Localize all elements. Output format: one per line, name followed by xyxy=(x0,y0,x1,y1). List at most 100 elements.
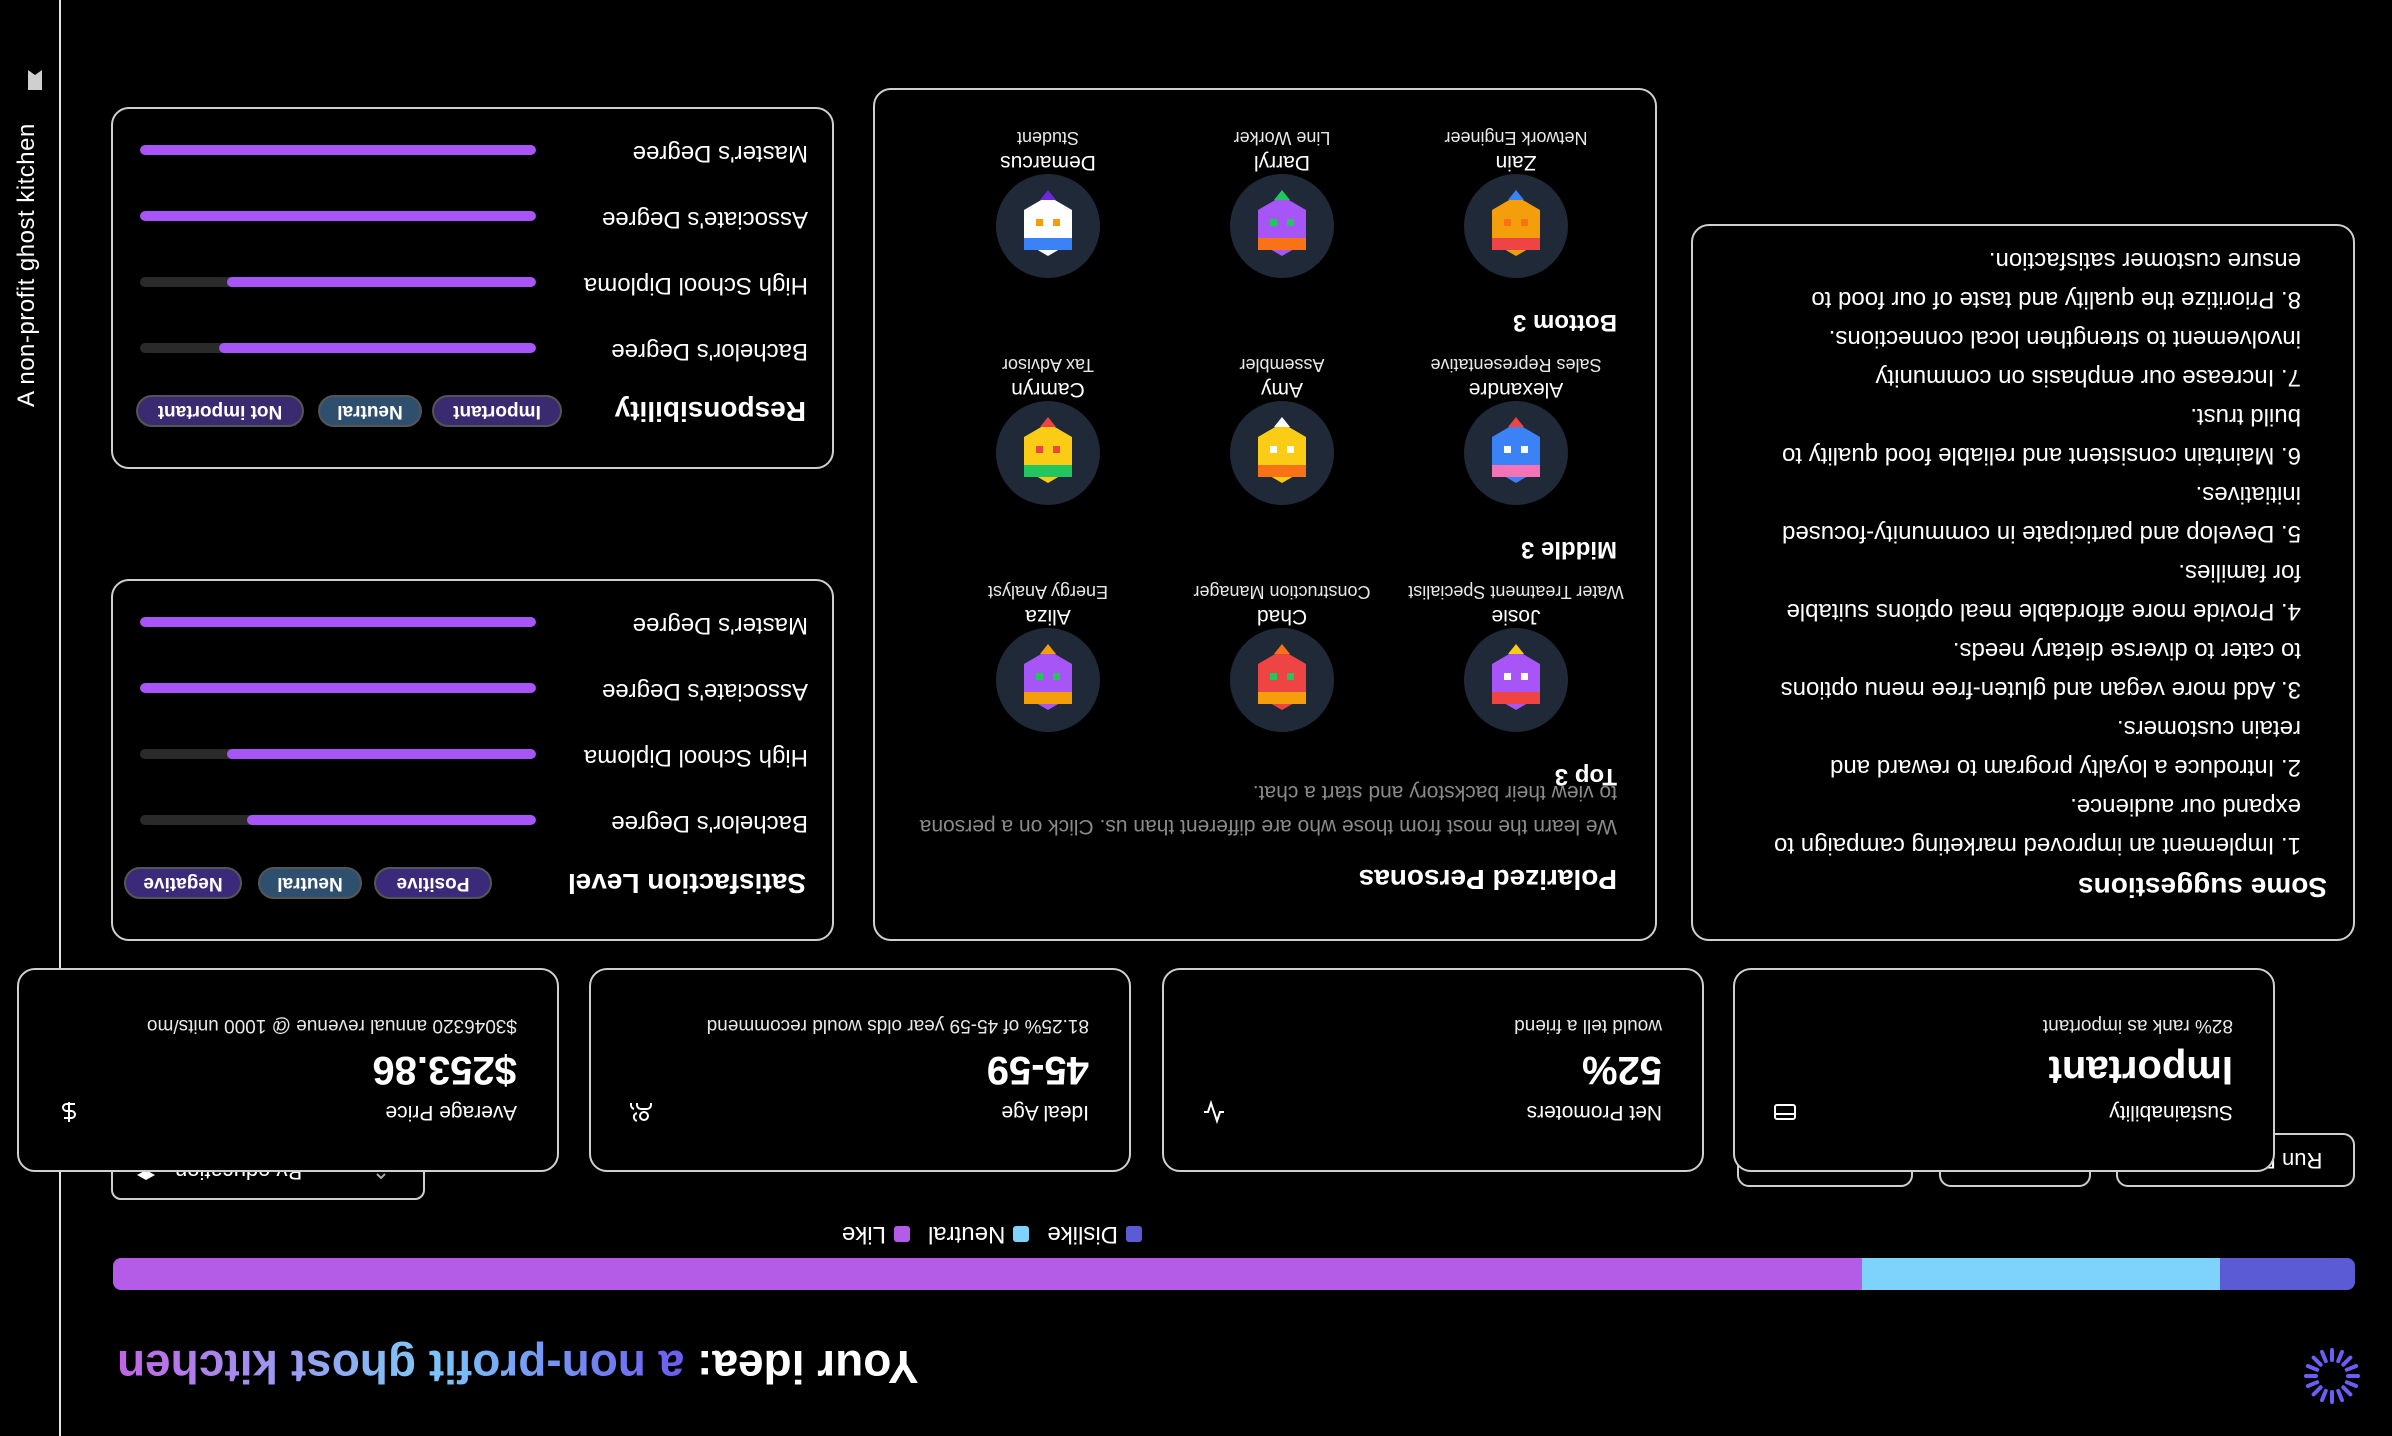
responsibility-card: Responsibility Not important Neutral Impor… xyxy=(111,107,834,469)
sentiment-bar xyxy=(113,1258,2355,1290)
persona-name: Amy xyxy=(1261,378,1303,401)
legend-label: Like xyxy=(841,1221,886,1248)
kpi-card-net-promoters: Net Promoters 52% would tell a friend xyxy=(1162,968,1704,1172)
robot-avatar-icon xyxy=(1024,417,1072,483)
sidebar-project-title[interactable]: A non-profit ghost kitchen xyxy=(13,107,53,407)
kpi-subtext: would tell a friend xyxy=(1514,1015,1662,1036)
kpi-label: Ideal Age xyxy=(1001,1101,1089,1124)
persona-darryl[interactable]: Darryl Line Worker xyxy=(1172,127,1392,286)
persona-name: Camryn xyxy=(1011,378,1085,401)
satisfaction-level-card: Satisfaction Level Negative Neutral Positi… xyxy=(111,579,834,941)
kpi-value: Important xyxy=(2048,1048,2233,1092)
distribution-row: Master's Degree xyxy=(128,133,808,167)
legend-label: Neutral xyxy=(927,1221,1006,1248)
activity-icon xyxy=(1202,1099,1226,1125)
row-fill xyxy=(246,815,536,825)
persona-josie[interactable]: Josie Water Treatment Specialist xyxy=(1406,581,1626,740)
row-label: Bachelor's Degree xyxy=(611,338,808,365)
credit-card-icon xyxy=(1773,1100,1797,1124)
persona-name: Demarcus xyxy=(1000,151,1096,174)
row-track xyxy=(140,749,536,759)
persona-avatar[interactable] xyxy=(996,401,1100,505)
row-fill xyxy=(140,145,536,155)
row-track xyxy=(140,617,536,627)
persona-role: Energy Analyst xyxy=(987,582,1109,602)
legend-pill-neutral: Neutral xyxy=(258,867,362,899)
suggestion-line: retain customers. xyxy=(2116,715,2301,742)
distribution-row: Bachelor's Degree xyxy=(128,331,808,365)
persona-aliza[interactable]: Aliza Energy Analyst xyxy=(938,581,1158,740)
persona-alexandre[interactable]: Alexandre Sales Representative xyxy=(1406,354,1626,513)
robot-avatar-icon xyxy=(1258,644,1306,710)
persona-avatar[interactable] xyxy=(1230,401,1334,505)
distribution-row: Associate's Degree xyxy=(128,671,808,705)
persona-avatar[interactable] xyxy=(996,628,1100,732)
persona-role: Construction Manager xyxy=(1193,582,1371,602)
persona-avatar[interactable] xyxy=(1230,174,1334,278)
persona-avatar[interactable] xyxy=(1464,401,1568,505)
kpi-subtext: $3046320 annual revenue @ 1000 units/mo xyxy=(146,1015,517,1036)
legend-pill-neutral: Neutral xyxy=(318,395,422,427)
suggestion-line: 4. Provide more affordable meal options … xyxy=(1786,598,2301,625)
polarized-personas-card: Polarized Personas We learn the most fro… xyxy=(873,88,1657,941)
persona-demarcus[interactable]: Demarcus Student xyxy=(938,127,1158,286)
row-fill xyxy=(227,277,536,287)
row-track xyxy=(140,815,536,825)
legend-pill-positive: Positive xyxy=(374,867,492,899)
persona-avatar[interactable] xyxy=(1464,628,1568,732)
suggestion-line: build trust. xyxy=(2190,403,2301,430)
robot-avatar-icon xyxy=(1258,417,1306,483)
persona-role: Water Treatment Specialist xyxy=(1408,582,1624,602)
suggestion-line: ensure customer satisfaction. xyxy=(1988,247,2301,274)
persona-avatar[interactable] xyxy=(1230,628,1334,732)
row-label: High School Diploma xyxy=(583,272,808,299)
robot-avatar-icon xyxy=(1492,417,1540,483)
persona-name: Chad xyxy=(1256,605,1308,628)
app-stage: A non-profit ghost kitchen Your idea: a … xyxy=(0,0,2392,1436)
persona-role: Line Worker xyxy=(1233,128,1331,148)
distribution-row: Master's Degree xyxy=(128,605,808,639)
persona-camryn[interactable]: Camryn Tax Advisor xyxy=(938,354,1158,513)
persona-name: Aliza xyxy=(1025,605,1071,628)
distribution-row: High School Diploma xyxy=(128,737,808,771)
kpi-card-ideal-age: Ideal Age 45-59 81.25% of 45-59 year olds … xyxy=(589,968,1131,1172)
suggestion-line: to cater to diverse dietary needs. xyxy=(1952,637,2301,664)
persona-role: Tax Advisor xyxy=(1001,355,1095,375)
persona-zain[interactable]: Zain Network Engineer xyxy=(1406,127,1626,286)
sentiment-segment-neutral xyxy=(1861,1258,2221,1290)
distribution-row: Bachelor's Degree xyxy=(128,803,808,837)
row-label: Bachelor's Degree xyxy=(611,810,808,837)
personas-description: We learn the most from those who are dif… xyxy=(919,781,1617,838)
legend-pill-important: Important xyxy=(432,395,562,427)
persona-group-label: Bottom 3 xyxy=(1513,309,1617,336)
suggestions-title: Some suggestions xyxy=(2078,872,2327,903)
persona-name: Alexandre xyxy=(1468,378,1564,401)
persona-amy[interactable]: Amy Assembler xyxy=(1172,354,1392,513)
persona-avatar[interactable] xyxy=(1464,174,1568,278)
page-title: Your idea: a non-profit ghost kitchen xyxy=(117,1340,937,1394)
suggestion-line: 3. Add more vegan and gluten-free menu o… xyxy=(1780,676,2301,703)
persona-chad[interactable]: Chad Construction Manager xyxy=(1172,581,1392,740)
responsibility-title: Responsibility xyxy=(614,396,806,427)
kpi-label: Net Promoters xyxy=(1526,1101,1662,1124)
suggestions-card: Some suggestions 1. Implement an improve… xyxy=(1691,224,2355,941)
page-title-prefix: Your idea: xyxy=(684,1341,919,1393)
suggestion-line: for families. xyxy=(2178,559,2301,586)
suggestion-line: expand our audience. xyxy=(2070,793,2301,820)
suggestion-line: involvement to strengthen local connecti… xyxy=(1828,325,2301,352)
satisfaction-title: Satisfaction Level xyxy=(567,868,806,899)
persona-avatar[interactable] xyxy=(996,174,1100,278)
sentiment-legend: Dislike Neutral Like xyxy=(592,1220,1392,1248)
row-fill xyxy=(140,683,536,693)
kpi-value: $253.86 xyxy=(372,1048,517,1092)
row-label: High School Diploma xyxy=(583,744,808,771)
suggestion-line: 2. Introduce a loyalty program to reward… xyxy=(1830,754,2301,781)
robot-avatar-icon xyxy=(1258,190,1306,256)
kpi-subtext: 82% rank as important xyxy=(2042,1015,2233,1036)
persona-name: Darryl xyxy=(1254,151,1310,174)
sentiment-segment-dislike xyxy=(2220,1258,2355,1290)
bookmark-icon[interactable] xyxy=(25,69,45,91)
robot-avatar-icon xyxy=(1492,190,1540,256)
robot-avatar-icon xyxy=(1492,644,1540,710)
page-title-idea: a non-profit ghost kitchen xyxy=(117,1341,685,1393)
